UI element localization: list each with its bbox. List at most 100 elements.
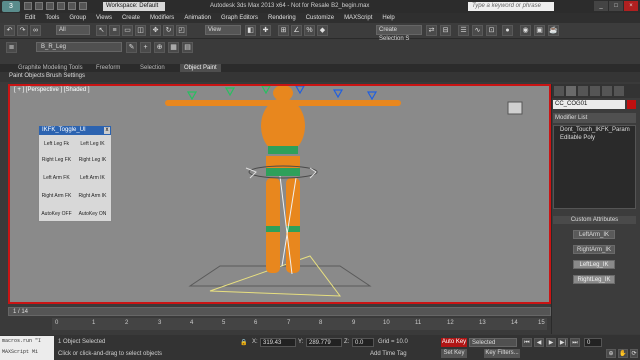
angle-snap-icon[interactable]: ∠ [291, 25, 302, 36]
go-to-end-icon[interactable]: ⏭ [570, 338, 580, 347]
y-coordinate[interactable]: 289.779 [306, 338, 342, 347]
menu-modifiers[interactable]: Modifiers [145, 13, 179, 23]
snap-icon[interactable]: ⊞ [278, 25, 289, 36]
left-leg-fk-button[interactable]: Left Leg Fk [40, 140, 73, 149]
subtab-brush-settings[interactable]: Brush Settings [46, 73, 85, 79]
layer-dropdown[interactable]: B_R_Leg [36, 42, 122, 52]
menu-create[interactable]: Create [117, 13, 145, 23]
menu-customize[interactable]: Customize [301, 13, 339, 23]
object-name-field[interactable]: CC_COG01 [553, 100, 625, 109]
menu-graph-editors[interactable]: Graph Editors [216, 13, 263, 23]
left-leg-ik-button[interactable]: Left Leg IK [76, 140, 109, 149]
tab-freeform[interactable]: Freeform [96, 64, 120, 72]
menu-animation[interactable]: Animation [179, 13, 216, 23]
menu-rendering[interactable]: Rendering [263, 13, 301, 23]
stack-item-editable-poly[interactable]: Editable Poly [560, 135, 595, 141]
hierarchy-tab-icon[interactable] [578, 86, 588, 96]
z-coordinate[interactable]: 0.0 [352, 338, 374, 347]
redo-button[interactable]: ↷ [17, 25, 28, 36]
current-frame-field[interactable]: 0 [584, 338, 602, 347]
add-time-tag[interactable]: Add Time Tag [370, 351, 407, 357]
undo-icon[interactable] [57, 2, 65, 10]
menu-group[interactable]: Group [64, 13, 91, 23]
leftleg-ik-button[interactable]: LeftLeg_IK [573, 260, 615, 269]
play-icon[interactable]: ▶ [546, 338, 556, 347]
rightarm-ik-button[interactable]: RightArm_IK [573, 245, 615, 254]
orbit-icon[interactable]: ⟳ [630, 349, 638, 358]
object-color-swatch[interactable] [627, 100, 636, 109]
right-arm-fk-button[interactable]: Right Arm FK [40, 192, 73, 201]
right-leg-fk-button[interactable]: Right Leg FK [40, 156, 73, 165]
right-arm-ik-button[interactable]: Right Arm IK [76, 192, 109, 201]
rightleg-ik-button[interactable]: RightLeg_IK [573, 275, 615, 284]
render-icon[interactable]: ☕ [548, 25, 559, 36]
zoom-icon[interactable]: ⊕ [606, 349, 616, 358]
layer-icon[interactable]: ≣ [6, 42, 17, 53]
redo-icon[interactable] [68, 2, 76, 10]
create-layer-icon[interactable]: + [140, 42, 151, 53]
rendered-frame-icon[interactable]: ▣ [534, 25, 545, 36]
add-to-layer-icon[interactable]: ⊕ [154, 42, 165, 53]
open-file-icon[interactable] [35, 2, 43, 10]
app-logo[interactable]: 3 [2, 1, 20, 12]
close-button[interactable]: × [624, 1, 638, 11]
utilities-tab-icon[interactable] [614, 86, 624, 96]
menu-maxscript[interactable]: MAXScript [339, 13, 377, 23]
rotate-icon[interactable]: ↻ [163, 25, 174, 36]
window-crossing-icon[interactable]: ◫ [135, 25, 146, 36]
tab-graphite-modeling[interactable]: Graphite Modeling Tools [18, 64, 83, 72]
menu-views[interactable]: Views [91, 13, 117, 23]
modifier-list-dropdown[interactable]: Modifier List [553, 113, 636, 123]
pan-icon[interactable]: ✋ [618, 349, 628, 358]
viewport-label[interactable]: [ + ] [Perspective ] [Shaded ] [14, 87, 90, 93]
undo-button[interactable]: ↶ [4, 25, 15, 36]
select-object-icon[interactable]: ↖ [96, 25, 107, 36]
go-to-start-icon[interactable]: ⏮ [522, 338, 532, 347]
next-frame-icon[interactable]: ▶| [558, 338, 568, 347]
menu-tools[interactable]: Tools [40, 13, 64, 23]
autokey-off-button[interactable]: AutoKey OFF [40, 210, 73, 219]
create-tab-icon[interactable] [554, 86, 564, 96]
set-key-button[interactable]: Set Key [441, 349, 467, 358]
key-filters-button[interactable]: Key Filters... [484, 349, 520, 358]
stack-item-dont-touch[interactable]: Dont_Touch_IKFK_Param [560, 127, 630, 133]
pivot-icon[interactable]: ◧ [245, 25, 256, 36]
leftarm-ik-button[interactable]: LeftArm_IK [573, 230, 615, 239]
maximize-button[interactable]: □ [609, 1, 623, 11]
autokey-on-button[interactable]: AutoKey ON [76, 210, 109, 219]
select-by-name-icon[interactable]: ≡ [109, 25, 120, 36]
reference-coord-combo[interactable]: View [205, 25, 241, 35]
minimize-button[interactable]: _ [594, 1, 608, 11]
schematic-view-icon[interactable]: ⊡ [486, 25, 497, 36]
display-tab-icon[interactable] [602, 86, 612, 96]
menu-edit[interactable]: Edit [20, 13, 40, 23]
hold-icon[interactable] [79, 2, 87, 10]
spinner-snap-icon[interactable]: ◆ [317, 25, 328, 36]
key-mode-combo[interactable]: Selected [469, 338, 517, 347]
x-coordinate[interactable]: 319.43 [260, 338, 296, 347]
selection-region-icon[interactable]: ▭ [122, 25, 133, 36]
material-editor-icon[interactable]: ● [502, 25, 513, 36]
scale-icon[interactable]: ◰ [176, 25, 187, 36]
auto-key-button[interactable]: Auto Key [441, 338, 467, 347]
align-icon[interactable]: ⊟ [440, 25, 451, 36]
layer-manager-icon[interactable]: ☰ [458, 25, 469, 36]
workspace-dropdown[interactable]: Workspace: Default [103, 2, 165, 11]
search-input[interactable]: Type a keyword or phrase [468, 2, 554, 11]
render-setup-icon[interactable]: ◉ [520, 25, 531, 36]
percent-snap-icon[interactable]: % [304, 25, 315, 36]
lock-icon[interactable]: 🔒 [240, 339, 247, 346]
left-arm-fk-button[interactable]: Left Arm FK [40, 174, 73, 183]
dialog-close-button[interactable]: x [104, 127, 110, 134]
prev-frame-icon[interactable]: ◀ [534, 338, 544, 347]
new-file-icon[interactable] [24, 2, 32, 10]
tab-object-paint[interactable]: Object Paint [180, 64, 221, 72]
menu-help[interactable]: Help [377, 13, 399, 23]
left-arm-ik-button[interactable]: Left Arm IK [76, 174, 109, 183]
motion-tab-icon[interactable] [590, 86, 600, 96]
layer-add-icon[interactable]: ✎ [126, 42, 137, 53]
curve-editor-icon[interactable]: ∿ [472, 25, 483, 36]
tab-selection[interactable]: Selection [140, 64, 165, 72]
right-leg-ik-button[interactable]: Right Leg IK [76, 156, 109, 165]
custom-attributes-header[interactable]: Custom Attributes [553, 216, 636, 224]
